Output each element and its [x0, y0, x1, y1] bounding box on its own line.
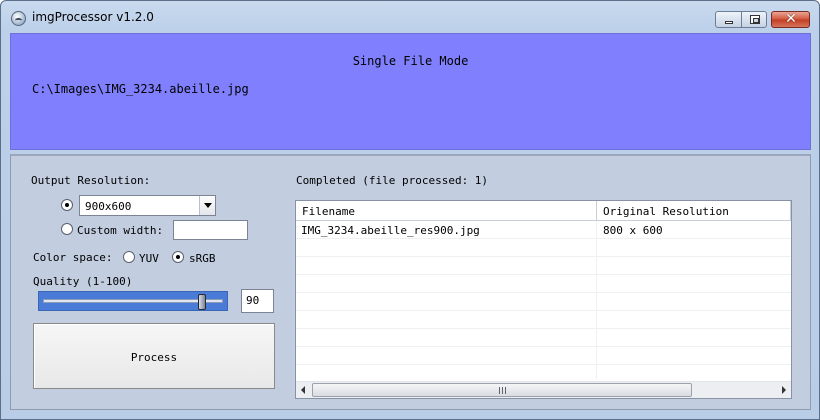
title-bar[interactable]: imgProcessor v1.2.0 ✕ [1, 1, 819, 33]
list-header: Filename Original Resolution [296, 201, 791, 221]
color-space-srgb-label: sRGB [189, 252, 216, 265]
color-space-srgb-radio[interactable] [172, 251, 184, 263]
app-window: imgProcessor v1.2.0 ✕ Single File Mode C… [0, 0, 820, 420]
cell-original-resolution: 800 x 600 [603, 224, 663, 237]
scrollbar-thumb[interactable] [312, 383, 692, 397]
scroll-left-icon[interactable] [296, 382, 312, 398]
minimize-icon [725, 21, 733, 24]
quality-slider[interactable] [38, 291, 228, 311]
resolution-select-value: 900x600 [85, 200, 132, 213]
table-row [296, 347, 791, 365]
table-row [296, 257, 791, 275]
resolution-select[interactable]: 900x600 [79, 195, 216, 216]
cell-filename: IMG_3234.abeille_res900.jpg [301, 224, 480, 237]
custom-width-label: Custom width: [77, 224, 164, 237]
table-row [296, 311, 791, 329]
maximize-button[interactable] [741, 11, 767, 28]
table-row[interactable]: IMG_3234.abeille_res900.jpg 800 x 600 [296, 221, 791, 239]
minimize-button[interactable] [715, 11, 742, 28]
output-resolution-label: Output Resolution: [31, 174, 151, 187]
custom-width-radio[interactable] [61, 223, 73, 235]
table-row [296, 365, 791, 379]
process-button[interactable]: Process [33, 323, 275, 389]
list-rows: IMG_3234.abeille_res900.jpg 800 x 600 [296, 221, 791, 379]
table-row [296, 293, 791, 311]
file-path: C:\Images\IMG_3234.abeille.jpg [32, 82, 249, 96]
results-list[interactable]: Filename Original Resolution IMG_3234.ab… [295, 200, 792, 399]
custom-width-input[interactable] [173, 220, 248, 240]
column-header-original-resolution[interactable]: Original Resolution [597, 201, 791, 220]
mode-title: Single File Mode [352, 54, 469, 68]
mode-banner: Single File Mode C:\Images\IMG_3234.abei… [10, 33, 811, 150]
chevron-down-icon[interactable] [199, 196, 215, 215]
close-icon: ✕ [785, 11, 797, 27]
quality-slider-thumb[interactable] [198, 294, 206, 310]
color-space-yuv-label: YUV [139, 252, 159, 265]
horizontal-scrollbar[interactable] [296, 381, 791, 398]
preset-resolution-radio[interactable] [61, 199, 73, 211]
app-globe-icon[interactable] [11, 11, 26, 26]
status-text: Completed (file processed: 1) [296, 174, 489, 187]
column-header-filename[interactable]: Filename [296, 201, 597, 220]
quality-input[interactable]: 90 [241, 289, 274, 313]
window-title: imgProcessor v1.2.0 [32, 10, 154, 24]
column-divider [596, 221, 597, 379]
table-row [296, 239, 791, 257]
scrollbar-grip-icon [499, 387, 506, 394]
table-row [296, 275, 791, 293]
color-space-label: Color space: [33, 251, 113, 264]
quality-slider-groove [43, 299, 223, 303]
table-row [296, 329, 791, 347]
scroll-right-icon[interactable] [775, 382, 791, 398]
restore-icon [750, 15, 760, 24]
close-button[interactable]: ✕ [771, 11, 810, 28]
color-space-yuv-radio[interactable] [123, 251, 135, 263]
quality-label: Quality (1-100) [33, 275, 133, 288]
process-button-label: Process [130, 351, 178, 364]
